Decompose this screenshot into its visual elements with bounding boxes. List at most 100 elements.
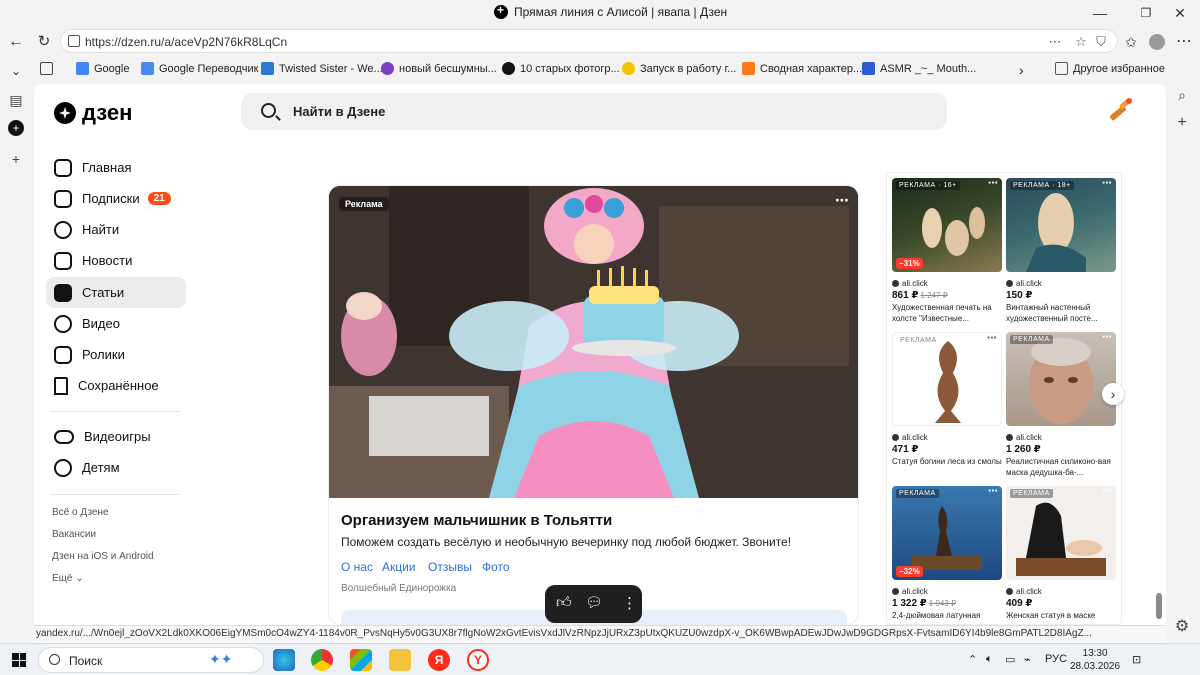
- language-indicator[interactable]: РУС: [1045, 653, 1067, 665]
- more-icon[interactable]: ⋮: [622, 594, 637, 612]
- search-icon: [49, 654, 60, 665]
- sidebar-item-subscriptions[interactable]: Подписки 21: [46, 183, 186, 214]
- ad-tile-image: РЕКЛАМА · 18+ ⋯: [1006, 178, 1116, 272]
- more-options-icon[interactable]: ⋯: [1102, 332, 1112, 343]
- add-icon[interactable]: +: [1173, 114, 1191, 132]
- sidebar-item-home[interactable]: Главная: [46, 152, 186, 183]
- subscriptions-badge: 21: [147, 192, 171, 205]
- clock[interactable]: 13:30 28.03.2026: [1070, 647, 1120, 673]
- dzen-favicon-icon: [494, 3, 508, 19]
- dzen-logo[interactable]: дзен: [54, 100, 132, 126]
- back-arrow-icon[interactable]: ←: [5, 31, 27, 53]
- product-description: Реалистичная силиконо-вая маска дедушка-…: [1006, 457, 1111, 477]
- chevron-right-icon[interactable]: ›: [1019, 62, 1024, 78]
- dzen-logo-icon: [54, 102, 76, 124]
- translate-icon: [141, 62, 154, 75]
- collections-icon[interactable]: ▤: [8, 92, 24, 108]
- taskbar-search[interactable]: Поиск ✦✦: [38, 647, 264, 673]
- yandex-icon[interactable]: Я: [428, 649, 450, 671]
- like-icon[interactable]: 👍︎: [556, 594, 572, 612]
- sidebar-item-games[interactable]: Видеоигры: [46, 421, 186, 452]
- ad-card[interactable]: Реклама ⋯ Организуем мальчишник в Тольят…: [328, 185, 859, 625]
- bookmark-item[interactable]: 10 старых фотогр...: [502, 62, 620, 75]
- network-icon[interactable]: ⌁: [1024, 653, 1031, 666]
- chevron-up-icon[interactable]: ⌃: [968, 653, 977, 666]
- footer-link-about[interactable]: Всё о Дзене: [52, 507, 109, 518]
- ad-link-promos[interactable]: Акции: [382, 560, 416, 574]
- footer-link-apps[interactable]: Дзен на iOS и Android: [52, 551, 154, 562]
- ad-grid: РЕКЛАМА · 16+ ⋯ −31% ali.click 861 ₽1 24…: [886, 172, 1122, 625]
- yandex-browser-icon[interactable]: Y: [467, 649, 489, 671]
- chrome-icon[interactable]: [311, 649, 333, 671]
- reload-icon[interactable]: ↻: [33, 31, 55, 53]
- notifications-icon[interactable]: ⊡: [1132, 653, 1141, 666]
- settings-icon[interactable]: ⚙: [1173, 616, 1191, 636]
- ad-tile-image: РЕКЛАМА · 16+ ⋯ −31%: [892, 178, 1002, 272]
- address-bar[interactable]: https://dzen.ru/a/aceVp2N76kR8LqCn ⋯ ☆ ⛉: [60, 29, 1118, 53]
- bookmark-item[interactable]: новый бесшумны...: [381, 62, 497, 75]
- more-options-icon[interactable]: ⋯: [1102, 486, 1112, 497]
- new-tab-icon[interactable]: +: [8, 151, 24, 167]
- favorites-icon[interactable]: ✩: [1120, 31, 1142, 53]
- chevron-right-icon[interactable]: ›: [1102, 383, 1124, 405]
- more-options-icon[interactable]: ⋯: [1102, 178, 1112, 189]
- sidebar-item-articles[interactable]: Статьи: [46, 277, 186, 308]
- ad-image[interactable]: Реклама ⋯: [329, 186, 858, 498]
- store-icon[interactable]: [350, 649, 372, 671]
- dzen-tab-icon[interactable]: +: [8, 120, 24, 136]
- more-options-icon[interactable]: ⋯: [988, 486, 998, 497]
- more-options-icon[interactable]: ⋯: [988, 178, 998, 189]
- shield-icon[interactable]: ⛉: [1093, 34, 1109, 50]
- menu-icon[interactable]: ⋯: [1173, 31, 1195, 53]
- statue-image: [935, 341, 961, 423]
- amazon-music-icon: [261, 62, 274, 75]
- battery-icon[interactable]: ▭: [1005, 653, 1015, 666]
- more-options-icon[interactable]: ⋯: [835, 192, 850, 209]
- tabs-icon[interactable]: [40, 62, 53, 75]
- bookmark-item[interactable]: Google Переводчик: [141, 62, 259, 75]
- sidebar-item-video[interactable]: Видео: [46, 308, 186, 339]
- profile-avatar[interactable]: [1146, 31, 1168, 53]
- sidebar-item-shorts[interactable]: Ролики: [46, 339, 186, 370]
- ad-title[interactable]: Организуем мальчишник в Тольятти: [341, 512, 612, 529]
- edge-browser-icon[interactable]: [273, 649, 295, 671]
- user-avatar[interactable]: [1107, 96, 1135, 124]
- scrollbar[interactable]: [1156, 593, 1162, 619]
- other-favorites[interactable]: Другое избранное: [1055, 62, 1165, 75]
- url-text[interactable]: https://dzen.ru/a/aceVp2N76kR8LqCn: [85, 35, 287, 49]
- more-options-icon[interactable]: ⋯: [987, 333, 997, 344]
- search-input[interactable]: Найти в Дзене: [241, 93, 947, 130]
- floating-toolbar: 👍︎ 💬︎ ⋮: [545, 585, 642, 623]
- star-icon[interactable]: ☆: [1073, 34, 1089, 50]
- bookmark-item[interactable]: Запуск в работу г...: [622, 62, 736, 75]
- ad-link-about[interactable]: О нас: [341, 560, 373, 574]
- footer-link-more[interactable]: Ещё ⌄: [52, 573, 84, 584]
- ad-link-photos[interactable]: Фото: [482, 560, 510, 574]
- bookmark-item[interactable]: ASMR _~_ Mouth...: [862, 62, 976, 75]
- discount-badge: −31%: [896, 258, 923, 269]
- bookmarks-bar: ⌄ Google Google Переводчик Twisted Siste…: [0, 57, 1200, 81]
- speaker-icon[interactable]: 🔈︎: [986, 653, 993, 666]
- more-icon[interactable]: ⋯: [1047, 34, 1063, 50]
- sidebar-item-search[interactable]: Найти: [46, 214, 186, 245]
- search-icon[interactable]: ⌕: [1173, 87, 1191, 104]
- ad-link-reviews[interactable]: Отзывы: [428, 560, 472, 574]
- ad-tile-image: РЕКЛАМА ⋯: [1006, 486, 1116, 580]
- sidebar-item-saved[interactable]: Сохранённое: [46, 370, 186, 401]
- bookmark-item[interactable]: Twisted Sister - We...: [261, 62, 383, 75]
- chevron-down-icon[interactable]: ⌄: [5, 60, 27, 82]
- sidebar-item-kids[interactable]: Детям: [46, 452, 186, 483]
- comment-icon[interactable]: 💬︎: [585, 594, 603, 611]
- seller: ali.click: [892, 433, 928, 442]
- window-titlebar: Прямая линия с Алисой | явапа | Дзен — ❐…: [0, 0, 1200, 27]
- sidebar-item-news[interactable]: Новости: [46, 245, 186, 276]
- bookmark-item[interactable]: Google: [76, 62, 129, 75]
- bookmark-item[interactable]: Сводная характер...: [742, 62, 862, 75]
- file-explorer-icon[interactable]: [389, 649, 411, 671]
- search-icon: [261, 103, 276, 118]
- footer-link-jobs[interactable]: Вакансии: [52, 529, 96, 540]
- windows-start-icon[interactable]: [12, 653, 26, 667]
- status-url: yandex.ru/.../Wn0ejl_zOoVX2Ldk0XKO06EigY…: [34, 625, 1166, 643]
- minimize-button[interactable]: —: [1080, 2, 1120, 24]
- close-button[interactable]: ✕: [1160, 2, 1200, 24]
